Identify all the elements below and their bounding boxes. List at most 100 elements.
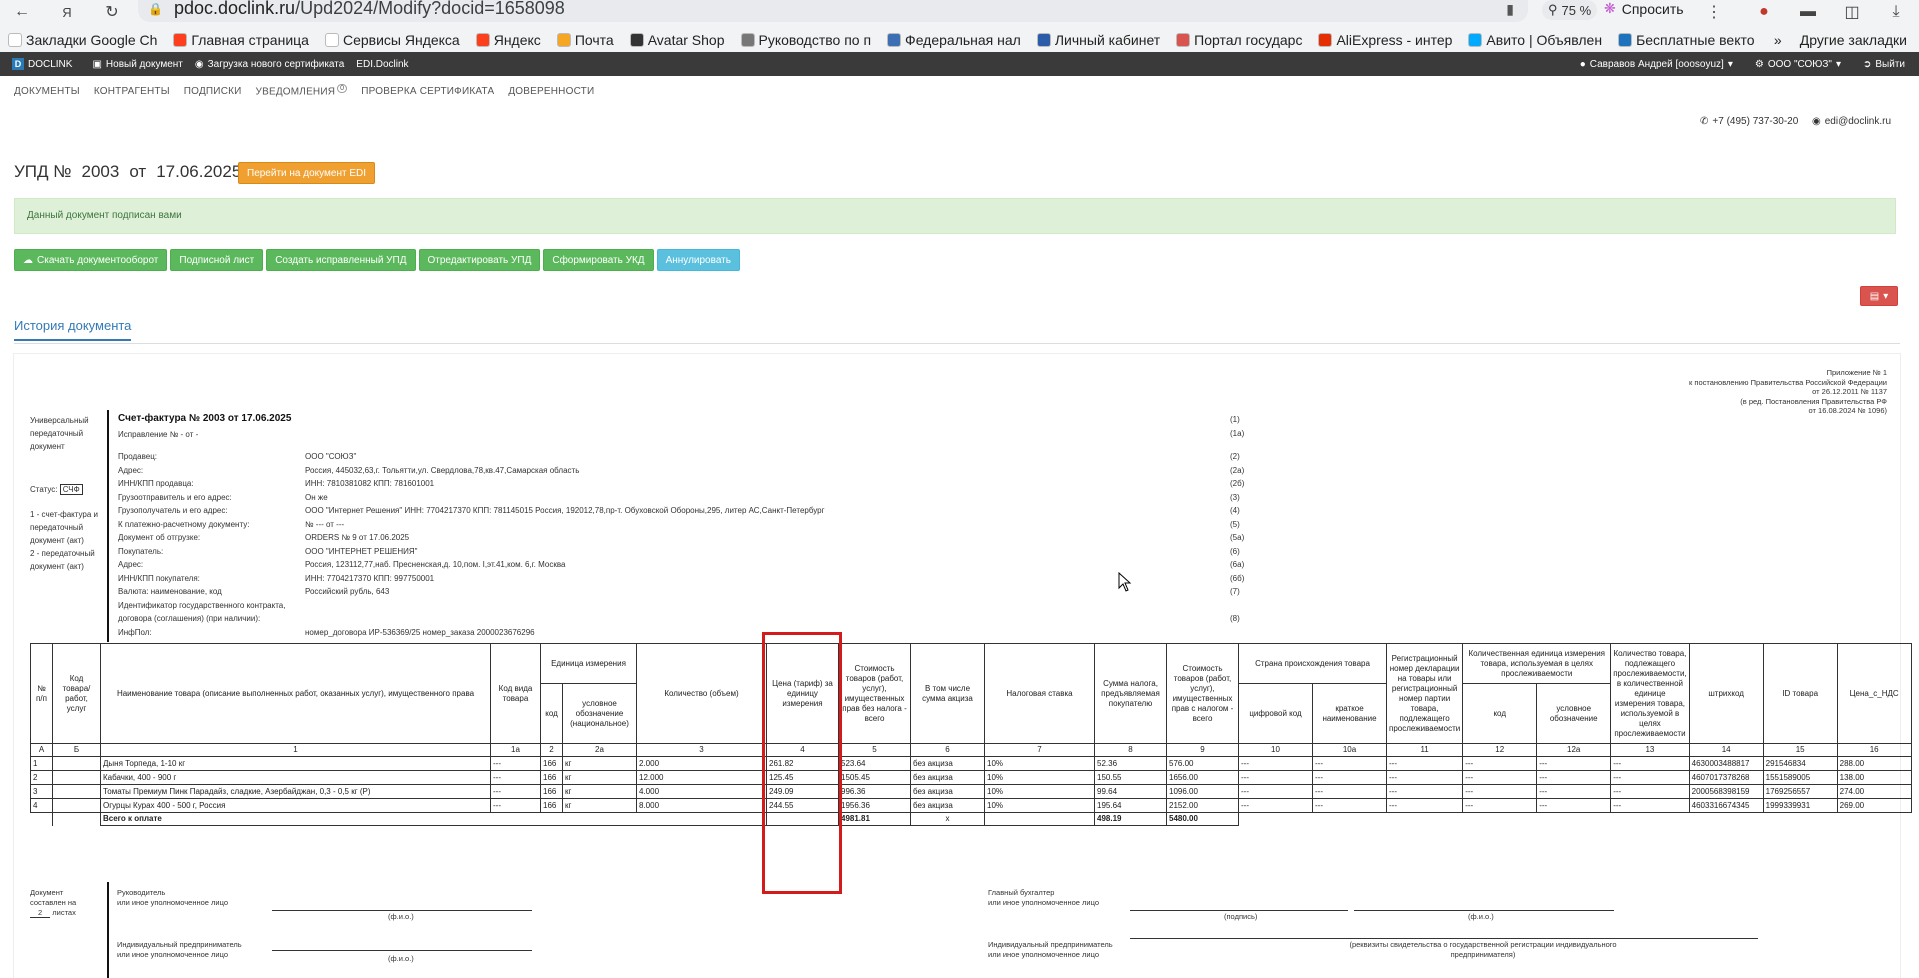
edi-doclink-link[interactable]: EDI.Doclink	[350, 59, 414, 70]
menu-documents[interactable]: ДОКУМЕНТЫ	[0, 86, 87, 97]
column-number: 1	[100, 743, 491, 757]
yandex-icon[interactable]: Я	[55, 0, 79, 24]
reload-icon[interactable]: ↻	[100, 0, 124, 24]
column-number: Б	[52, 743, 101, 757]
org-menu[interactable]: ⚙ ООО "СОЮЗ" ▾	[1749, 59, 1847, 70]
cell-cost: 996.36	[838, 784, 911, 799]
invoice-title: Счет-фактура № 2003 от 17.06.2025	[118, 413, 292, 424]
th-unit-code: код	[540, 683, 563, 744]
create-corrected-upd-button[interactable]: Создать исправленный УПД	[266, 249, 416, 271]
bookmark-label: Яндекс	[493, 32, 541, 48]
th-trace-code: код	[1462, 683, 1538, 744]
url-text[interactable]: pdoc.doclink.ru/Upd2024/Modify?docid=165…	[174, 0, 565, 19]
more-bookmarks-icon[interactable]: »	[1764, 32, 1792, 48]
gear-icon: ⚙	[1754, 58, 1764, 70]
goto-edi-button[interactable]: Перейти на документ EDI	[238, 162, 376, 184]
minimize-icon[interactable]: ▬	[1796, 0, 1820, 24]
bookmark-item[interactable]: Авито | Объявлен	[1460, 28, 1610, 52]
menu-powers-of-attorney[interactable]: ДОВЕРЕННОСТИ	[501, 86, 601, 97]
column-number: 16	[1836, 743, 1912, 757]
bookmark-item[interactable]: Почта	[549, 28, 622, 52]
bookmark-item[interactable]: Руководство по п	[733, 28, 880, 52]
bookmark-item[interactable]: Личный кабинет	[1029, 28, 1168, 52]
cell-uname: кг	[562, 756, 637, 771]
download-docflow-button[interactable]: ☁ Скачать документооборот	[14, 249, 168, 271]
notifications-badge: 0	[337, 83, 348, 93]
column-number: 2а	[562, 743, 637, 757]
collections-icon[interactable]: ◫	[1840, 0, 1864, 24]
cell-reg: ---	[1385, 798, 1464, 813]
th-kod: Код товара/ работ, услуг	[52, 643, 101, 744]
bookmark-item[interactable]: Закладки Google Ch	[0, 28, 165, 52]
th-qty: Количество (объем)	[636, 643, 767, 744]
bookmark-favicon-icon	[475, 33, 490, 47]
bookmark-star-icon[interactable]: ▮	[1506, 1, 1514, 18]
cell-rate: 10%	[984, 798, 1095, 813]
bookmark-label: Сервисы Яндекса	[342, 32, 460, 48]
cell-qty: 12.000	[636, 770, 767, 785]
cell-cn: ---	[1312, 770, 1387, 785]
user-menu[interactable]: ● Савравов Андрей [ooosoyuz] ▾	[1574, 59, 1739, 70]
back-icon[interactable]: ←	[10, 0, 34, 24]
ask-button[interactable]: ❋ Спросить	[1604, 0, 1684, 17]
pdf-export-button[interactable]: ▤ ▾	[1860, 286, 1898, 306]
bookmark-item[interactable]: Портал государс	[1168, 28, 1310, 52]
accountant-label: Главный бухгалтер или иное уполномоченное…	[988, 888, 1100, 907]
cell-id: 291546834	[1762, 756, 1838, 771]
field-code: (5а)	[1230, 533, 1245, 542]
bookmark-favicon-icon	[1318, 33, 1333, 47]
other-bookmarks[interactable]: Другие закладки	[1792, 28, 1919, 52]
zoom-indicator[interactable]: ⚲ 75 %	[1542, 0, 1598, 20]
tab-history[interactable]: История документа	[14, 318, 132, 341]
accountant-sign-line	[1130, 910, 1348, 911]
signature-sheet-button[interactable]: Подписной лист	[170, 249, 264, 271]
bookmark-item[interactable]: Яндекс	[468, 28, 549, 52]
bookmark-favicon-icon	[887, 33, 902, 47]
menu-dots-icon[interactable]: ⋮	[1702, 0, 1726, 24]
create-ukd-button[interactable]: Сформировать УКД	[543, 249, 654, 271]
menu-contractors[interactable]: КОНТРАГЕНТЫ	[87, 86, 177, 97]
download-icon[interactable]: ⤓	[1884, 0, 1908, 24]
accountant-fio-line	[1354, 910, 1614, 911]
lock-icon: 🔒	[148, 2, 163, 16]
bookmark-item[interactable]: Главная страница	[165, 28, 317, 52]
bookmark-item[interactable]: Avatar Shop	[622, 28, 733, 52]
menu-certificate-check[interactable]: ПРОВЕРКА СЕРТИФИКАТА	[354, 86, 501, 97]
bookmark-item[interactable]: Федеральная нал	[879, 28, 1029, 52]
cell-pv: 288.00	[1836, 756, 1912, 771]
bookmark-favicon-icon	[324, 33, 339, 47]
menu-notifications[interactable]: УВЕДОМЛЕНИЯ 0	[249, 83, 355, 97]
field-label: Адрес:	[118, 465, 144, 475]
cell-cc: ---	[1238, 770, 1313, 785]
field-code: (3)	[1230, 492, 1240, 502]
bookmark-item[interactable]: Бесплатные векто	[1610, 28, 1762, 52]
contact-email[interactable]: ◉ edi@doclink.ru	[1812, 116, 1891, 127]
field-value: ООО "СОЮЗ"	[305, 452, 357, 461]
field-code: (4)	[1230, 506, 1240, 515]
appendix-line: к постановлению Правительства Российской…	[1689, 377, 1887, 387]
other-bookmarks-label: Другие закладки	[1799, 32, 1907, 48]
field-label: Грузоотправитель и его адрес:	[118, 492, 232, 502]
field-label: Грузополучатель и его адрес:	[118, 506, 228, 515]
extension-icon[interactable]: ●	[1752, 0, 1776, 24]
total-blank	[1239, 813, 1912, 826]
address-bar[interactable]: 🔒 pdoc.doclink.ru/Upd2024/Modify?docid=1…	[138, 0, 1528, 22]
cell-qty: 4.000	[636, 784, 767, 799]
annul-button[interactable]: Аннулировать	[656, 249, 740, 271]
cell-pv: 269.00	[1836, 798, 1912, 813]
menu-subscriptions[interactable]: ПОДПИСКИ	[177, 86, 249, 97]
new-document-link[interactable]: ▣ Новый документ	[86, 59, 188, 70]
upload-certificate-link[interactable]: ◉ Загрузка нового сертификата	[189, 59, 350, 70]
logout-link[interactable]: ➲ Выйти	[1857, 59, 1919, 70]
bookmark-item[interactable]: AliExpress - интер	[1310, 28, 1460, 52]
total-empty	[30, 812, 53, 826]
head-sign-line	[272, 910, 532, 911]
bookmark-item[interactable]: Сервисы Яндекса	[317, 28, 468, 52]
cell-kodvida: ---	[490, 784, 541, 799]
edit-upd-button[interactable]: Отредактировать УПД	[418, 249, 541, 271]
column-number: 12	[1462, 743, 1538, 757]
side-divider-bottom	[107, 882, 109, 978]
field-label: Документ об отгрузке:	[118, 533, 201, 542]
doclink-logo[interactable]: D DOCLINK	[0, 58, 78, 70]
field-value: ООО "Интернет Решения" ИНН: 7704217370 К…	[305, 506, 825, 515]
